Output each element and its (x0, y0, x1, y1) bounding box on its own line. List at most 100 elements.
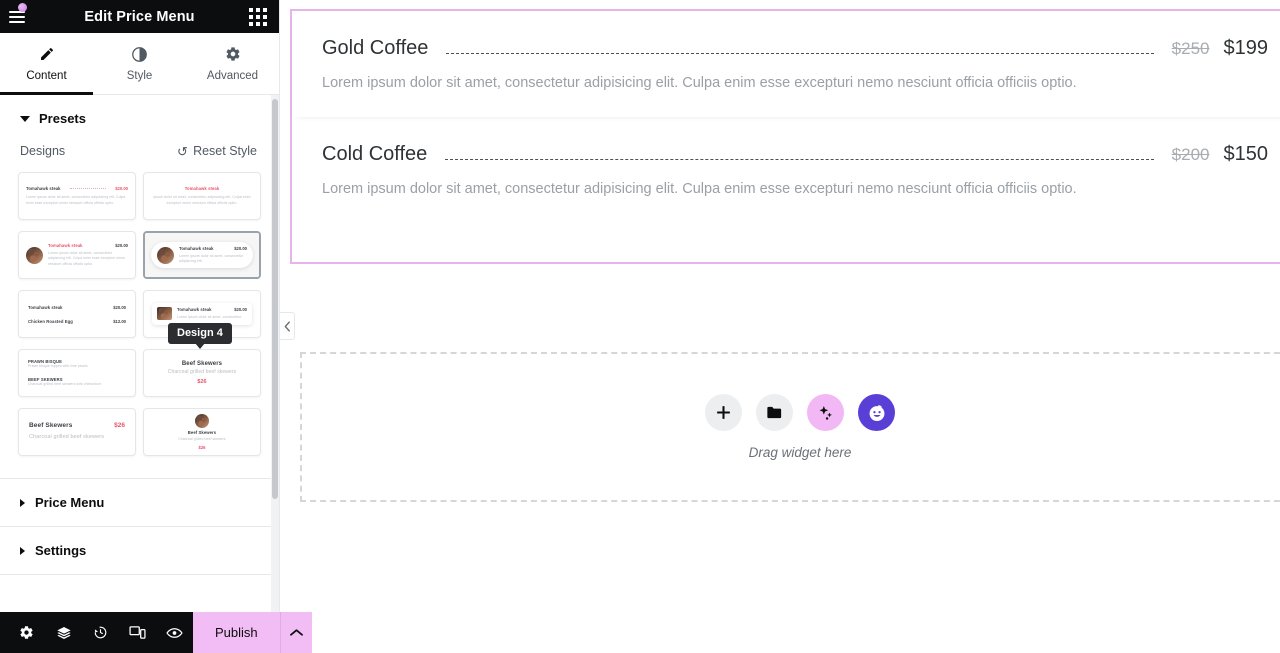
preset-sample-price: $26 (197, 378, 207, 385)
panel-scroll-body: Presets Designs ↻ Reset Style Tomahawk s… (0, 95, 279, 612)
price-menu-item-title: Gold Coffee (322, 37, 429, 59)
price-menu-row[interactable]: Cold Coffee $200 $150 Lorem ipsum dolor … (292, 117, 1280, 224)
price-menu-old-price: $200 (1171, 145, 1210, 165)
navigator-layers-icon[interactable] (45, 612, 82, 653)
chevron-down-icon (20, 115, 30, 122)
price-menu-item-title: Cold Coffee (322, 143, 428, 166)
preset-sample-desc: Lorem ipsum dolor sit amet, consectetur. (177, 315, 243, 320)
price-menu-prices: $250 $199 (1172, 37, 1268, 60)
preset-sample-desc: Prawn bisque topped with lime pearls (28, 364, 88, 369)
price-menu-separator (445, 159, 1154, 161)
panel-header: Edit Price Menu (0, 0, 279, 33)
preset-sample-desc: Charcoal grilled beef skewers (178, 437, 226, 442)
preset-sample-desc: Lorem ipsum dolor sit amet, consectetur … (48, 251, 126, 266)
notification-dot-icon (18, 3, 27, 12)
price-menu-prices: $200 $150 (1172, 143, 1268, 166)
preset-sample-title: Tomahawk steak (26, 186, 61, 192)
drop-zone[interactable]: Drag widget here (300, 352, 1280, 502)
preset-sample-title: Beef Skewers (181, 361, 223, 368)
preset-design-10[interactable]: Beef Skewers Charcoal grilled beef skewe… (143, 408, 261, 456)
preset-sample-price: $26 (114, 422, 125, 430)
footer-tools (0, 612, 193, 653)
preset-design-4[interactable]: Tomahawk steak $20.00 Lorem ipsum dolor … (143, 231, 261, 279)
accordion-price-menu[interactable]: Price Menu (0, 479, 279, 527)
preset-sample-title: Beef Skewers (187, 430, 217, 436)
preset-sample-title: Tomahawk steak (179, 245, 214, 251)
panel-footer: Publish (0, 612, 312, 653)
chevron-up-icon[interactable] (279, 612, 312, 653)
chevron-left-icon[interactable] (280, 312, 295, 340)
price-menu-row[interactable]: Gold Coffee $250 $199 Lorem ipsum dolor … (292, 11, 1280, 118)
publish-button[interactable]: Publish (193, 612, 280, 653)
preset-sample-desc: ipsum dolor sit amet, consectetur adipis… (153, 195, 251, 205)
tab-advanced[interactable]: Advanced (186, 33, 279, 94)
tab-style[interactable]: Style (93, 33, 186, 94)
preset-tooltip: Design 4 (168, 323, 232, 349)
preset-design-9[interactable]: Beef Skewers $26 Charcoal grilled beef s… (18, 408, 136, 456)
price-menu-old-price: $250 (1171, 39, 1210, 58)
settings-gear-icon[interactable] (8, 612, 45, 653)
add-element-button[interactable] (705, 394, 742, 431)
preset-sample-price: $20.00 (113, 304, 126, 310)
chevron-right-icon (20, 546, 25, 555)
apps-grid-icon[interactable] (247, 6, 269, 28)
preset-sample-price: $20.00 (234, 307, 247, 313)
preset-sample-title: Tomahawk steak (28, 304, 63, 310)
hamburger-icon[interactable] (0, 0, 34, 33)
preset-sample-price-2: $12.00 (113, 318, 126, 324)
price-menu-description: Lorem ipsum dolor sit amet, consectetur … (322, 181, 1077, 198)
preset-design-8[interactable]: Beef Skewers Charcoal grilled beef skewe… (143, 349, 261, 397)
preset-sample-title: Tomahawk steak (48, 243, 83, 249)
preset-sample-price: $26 (198, 444, 206, 450)
price-menu-row-top: Gold Coffee $250 $199 (322, 37, 1268, 60)
accordion-settings-label: Settings (35, 543, 87, 558)
preset-sample-card: Tomahawk steak $20.00 Lorem ipsum dolor … (152, 303, 252, 325)
preset-design-5[interactable]: Tomahawk steak $20.00 Chicken Roasted Eg… (18, 290, 136, 338)
preset-sample-desc: Lorem ipsum dolor sit amet, consectetur … (26, 195, 126, 205)
gear-icon (225, 46, 241, 63)
preset-sample-divider (69, 188, 107, 190)
chevron-right-icon (20, 498, 25, 507)
add-template-button[interactable] (756, 394, 793, 431)
preset-sample-image (195, 414, 209, 429)
presets-title: Presets (39, 111, 86, 126)
reset-style-button[interactable]: ↻ Reset Style (177, 143, 257, 159)
pencil-icon (39, 46, 55, 63)
preset-sample-image (26, 246, 43, 264)
section-presets: Presets Designs ↻ Reset Style Tomahawk s… (0, 95, 279, 479)
price-menu-widget[interactable]: Gold Coffee $250 $199 Lorem ipsum dolor … (290, 9, 1280, 264)
preset-sample-desc: Charcoal grilled beef skewers (29, 434, 105, 441)
history-icon[interactable] (82, 612, 119, 653)
assistant-button[interactable] (858, 394, 895, 431)
sidebar-scrollbar-thumb[interactable] (272, 99, 278, 499)
price-menu-price: $150 (1223, 143, 1269, 166)
panel-tabs: Content Style Advanced (0, 33, 279, 95)
ai-button[interactable] (807, 394, 844, 431)
page-title: Edit Price Menu (84, 8, 195, 25)
publish-group: Publish (193, 612, 312, 653)
designs-grid: Tomahawk steak $20.00 Lorem ipsum dolor … (0, 166, 279, 478)
preset-sample-price: $20.00 (234, 245, 247, 251)
preset-design-2[interactable]: Tomahawk steak ipsum dolor sit amet, con… (143, 172, 261, 220)
responsive-mode-icon[interactable] (119, 612, 156, 653)
preset-design-1[interactable]: Tomahawk steak $20.00 Lorem ipsum dolor … (18, 172, 136, 220)
preset-design-3[interactable]: Tomahawk steak $20.00 Lorem ipsum dolor … (18, 231, 136, 279)
preview-eye-icon[interactable] (156, 612, 193, 653)
designs-row: Designs ↻ Reset Style (0, 138, 279, 166)
accordion-settings[interactable]: Settings (0, 527, 279, 575)
price-menu-description: Lorem ipsum dolor sit amet, consectetur … (322, 75, 1077, 91)
reset-style-label: Reset Style (193, 144, 257, 158)
preset-sample-title: Tomahawk steak (184, 186, 220, 192)
tab-style-label: Style (126, 69, 153, 82)
preset-sample-card: Tomahawk steak $20.00 Lorem ipsum dolor … (151, 241, 253, 269)
price-menu-price: $199 (1223, 37, 1269, 59)
contrast-icon (131, 46, 148, 63)
sidebar-scrollbar[interactable] (271, 95, 279, 612)
reset-icon: ↻ (177, 143, 189, 159)
preset-design-7[interactable]: PRAWN BISQUE Prawn bisque topped with li… (18, 349, 136, 397)
tab-content[interactable]: Content (0, 33, 93, 95)
preset-sample-title-2: Chicken Roasted Egg (28, 318, 73, 324)
presets-section-header[interactable]: Presets (0, 95, 279, 138)
editor-sidebar: Edit Price Menu Content Style Advanced P… (0, 0, 312, 653)
designs-label: Designs (20, 144, 66, 158)
